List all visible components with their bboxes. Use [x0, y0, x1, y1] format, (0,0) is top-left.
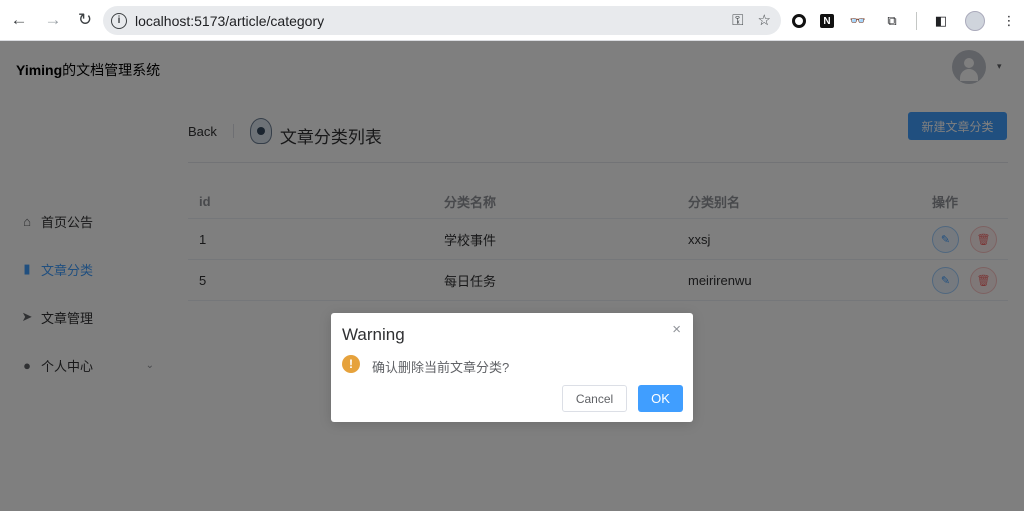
reload-icon[interactable]: ↻	[71, 6, 99, 34]
browser-menu-icon[interactable]: ⋮	[999, 11, 1019, 31]
confirm-dialog: Warning × ! 确认删除当前文章分类? Cancel OK	[331, 313, 693, 422]
profile-avatar-icon[interactable]	[965, 11, 985, 31]
toolbar-divider	[916, 12, 917, 30]
site-info-icon[interactable]: i	[111, 12, 127, 29]
bookmark-star-icon[interactable]: ☆	[758, 11, 771, 29]
dialog-title: Warning	[342, 325, 405, 344]
extension-mask-icon[interactable]: 👓	[848, 11, 868, 31]
warning-icon: !	[342, 355, 360, 373]
side-panel-icon[interactable]: ◧	[931, 11, 951, 31]
password-key-icon[interactable]: ⚿	[732, 12, 743, 29]
browser-toolbar: ← → ↻ i localhost:5173/article/category …	[0, 0, 1024, 41]
extensions-puzzle-icon[interactable]: ⧉	[882, 11, 902, 31]
cancel-button[interactable]: Cancel	[562, 385, 627, 412]
extension-n-icon[interactable]: N	[820, 14, 834, 28]
modal-overlay[interactable]	[0, 41, 1024, 511]
back-arrow-icon[interactable]: ←	[5, 6, 33, 34]
ok-button[interactable]: OK	[638, 385, 683, 412]
address-bar[interactable]: i localhost:5173/article/category ⚿ ☆	[103, 6, 781, 35]
url-text[interactable]: localhost:5173/article/category	[135, 13, 324, 29]
close-icon[interactable]: ×	[672, 321, 681, 338]
extension-circle-icon[interactable]	[792, 14, 806, 28]
forward-arrow-icon[interactable]: →	[39, 6, 67, 34]
dialog-message: 确认删除当前文章分类?	[372, 360, 510, 375]
